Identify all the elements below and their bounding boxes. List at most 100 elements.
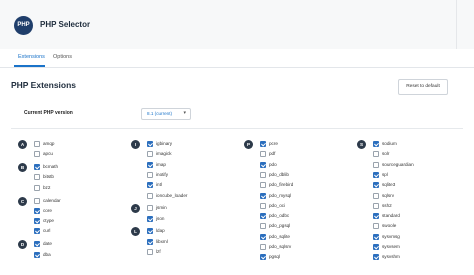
extension-checkbox[interactable] — [260, 244, 266, 250]
extension-item[interactable]: bcmath — [34, 163, 134, 173]
extension-checkbox[interactable] — [147, 228, 153, 235]
extension-item[interactable]: sysvmsg — [373, 233, 473, 243]
extension-item[interactable]: pdo_firebird — [260, 181, 360, 191]
extension-checkbox[interactable] — [147, 182, 153, 189]
extension-checkbox[interactable] — [147, 215, 153, 222]
extension-item[interactable]: pdo_sqlite — [260, 233, 360, 243]
extension-item[interactable]: json — [147, 215, 247, 225]
extension-checkbox[interactable] — [373, 233, 379, 240]
extension-item[interactable]: sodium — [373, 140, 473, 150]
extension-checkbox[interactable] — [34, 218, 40, 225]
extension-checkbox[interactable] — [34, 207, 40, 214]
extension-checkbox[interactable] — [34, 251, 40, 258]
extension-item[interactable]: sqlsrv — [373, 192, 473, 202]
extension-item[interactable]: pdo_pgsql — [260, 222, 360, 232]
extension-item[interactable]: dba — [34, 251, 134, 261]
extension-label: ssh2 — [382, 202, 392, 208]
extension-item[interactable]: pdf — [260, 150, 360, 160]
extension-label: intl — [156, 182, 162, 188]
extension-checkbox[interactable] — [34, 141, 40, 147]
extension-item[interactable]: pdo_oci — [260, 202, 360, 212]
extension-item[interactable]: amqp — [34, 140, 134, 150]
extension-item[interactable]: standard — [373, 212, 473, 222]
extension-item[interactable]: sysvshm — [373, 253, 473, 263]
extension-checkbox[interactable] — [147, 151, 153, 158]
extension-item[interactable]: curl — [34, 227, 134, 237]
extension-item[interactable]: ssh2 — [373, 202, 473, 212]
extension-item[interactable]: spl — [373, 171, 473, 181]
extension-item[interactable]: pgsql — [260, 253, 360, 263]
extension-checkbox[interactable] — [34, 174, 40, 181]
php-version-select[interactable]: 8.1 (current) ▾ — [141, 108, 191, 120]
extension-item[interactable]: pdo_sqlsrv — [260, 243, 360, 253]
extension-item[interactable]: pdo_mysql — [260, 192, 360, 202]
extension-item[interactable]: pdo_dblib — [260, 171, 360, 181]
extension-checkbox[interactable] — [147, 249, 153, 255]
extension-checkbox[interactable] — [147, 171, 153, 178]
extension-item[interactable]: sqlite3 — [373, 181, 473, 191]
extension-checkbox[interactable] — [373, 192, 379, 199]
extension-item[interactable]: sourceguardian — [373, 161, 473, 171]
extension-item[interactable]: core — [34, 207, 134, 217]
extension-checkbox[interactable] — [260, 171, 266, 178]
extension-item[interactable]: pdo_odbc — [260, 212, 360, 222]
extension-item[interactable]: pdo — [260, 161, 360, 171]
extension-item[interactable]: apcu — [34, 150, 134, 160]
extension-item[interactable]: date — [34, 240, 134, 250]
extension-item[interactable]: intl — [147, 181, 247, 191]
extension-checkbox[interactable] — [34, 241, 40, 248]
extension-checkbox[interactable] — [373, 151, 379, 158]
extension-item[interactable]: sysvsem — [373, 243, 473, 253]
extension-checkbox[interactable] — [373, 141, 379, 147]
extension-checkbox[interactable] — [260, 192, 266, 199]
extension-checkbox[interactable] — [147, 238, 153, 245]
extension-label: pdo_firebird — [269, 182, 294, 188]
extension-checkbox[interactable] — [147, 205, 153, 212]
extension-checkbox[interactable] — [373, 202, 379, 209]
extension-item[interactable]: igbinary — [147, 140, 247, 150]
extension-checkbox[interactable] — [34, 228, 40, 235]
extension-checkbox[interactable] — [260, 141, 266, 147]
extension-checkbox[interactable] — [260, 213, 266, 220]
extension-checkbox[interactable] — [373, 254, 379, 261]
extension-checkbox[interactable] — [373, 182, 379, 189]
extension-item[interactable]: pcre — [260, 140, 360, 150]
extension-checkbox[interactable] — [373, 161, 379, 168]
extension-item[interactable]: calendar — [34, 197, 134, 207]
extension-label: pdo_sqlsrv — [269, 244, 292, 249]
extension-checkbox[interactable] — [147, 141, 153, 147]
extension-item[interactable]: jsmin — [147, 204, 247, 214]
extension-checkbox[interactable] — [147, 161, 153, 168]
extension-checkbox[interactable] — [260, 182, 266, 189]
extension-checkbox[interactable] — [260, 233, 266, 240]
extension-item[interactable]: swoole — [373, 222, 473, 232]
extension-item[interactable]: bitstb — [34, 173, 134, 183]
extension-checkbox[interactable] — [373, 213, 379, 220]
extension-checkbox[interactable] — [260, 151, 266, 158]
extension-item[interactable]: solr — [373, 150, 473, 160]
extension-item[interactable]: ldap — [147, 227, 247, 237]
tab-extensions[interactable]: Extensions — [18, 54, 45, 60]
reset-to-default-button[interactable]: Reset to default — [398, 79, 448, 95]
extension-item[interactable]: ctype — [34, 217, 134, 227]
extension-item[interactable]: ioncube_loader — [147, 192, 247, 202]
extension-checkbox[interactable] — [373, 223, 379, 230]
extension-item[interactable]: imagick — [147, 150, 247, 160]
tab-options[interactable]: Options — [53, 54, 72, 60]
extension-item[interactable]: libxml — [147, 238, 247, 248]
extension-checkbox[interactable] — [260, 202, 266, 209]
extension-checkbox[interactable] — [34, 184, 40, 191]
extension-item[interactable]: imap — [147, 161, 247, 171]
extension-checkbox[interactable] — [373, 244, 379, 250]
extension-checkbox[interactable] — [34, 164, 40, 171]
extension-checkbox[interactable] — [34, 151, 40, 158]
extension-checkbox[interactable] — [260, 254, 266, 261]
extension-checkbox[interactable] — [147, 192, 153, 199]
extension-item[interactable]: inotify — [147, 171, 247, 181]
extension-checkbox[interactable] — [260, 161, 266, 168]
extension-checkbox[interactable] — [34, 197, 40, 204]
extension-item[interactable]: bz2 — [34, 184, 134, 194]
extension-item[interactable]: lzf — [147, 248, 247, 258]
extension-checkbox[interactable] — [373, 171, 379, 178]
extension-checkbox[interactable] — [260, 223, 266, 230]
